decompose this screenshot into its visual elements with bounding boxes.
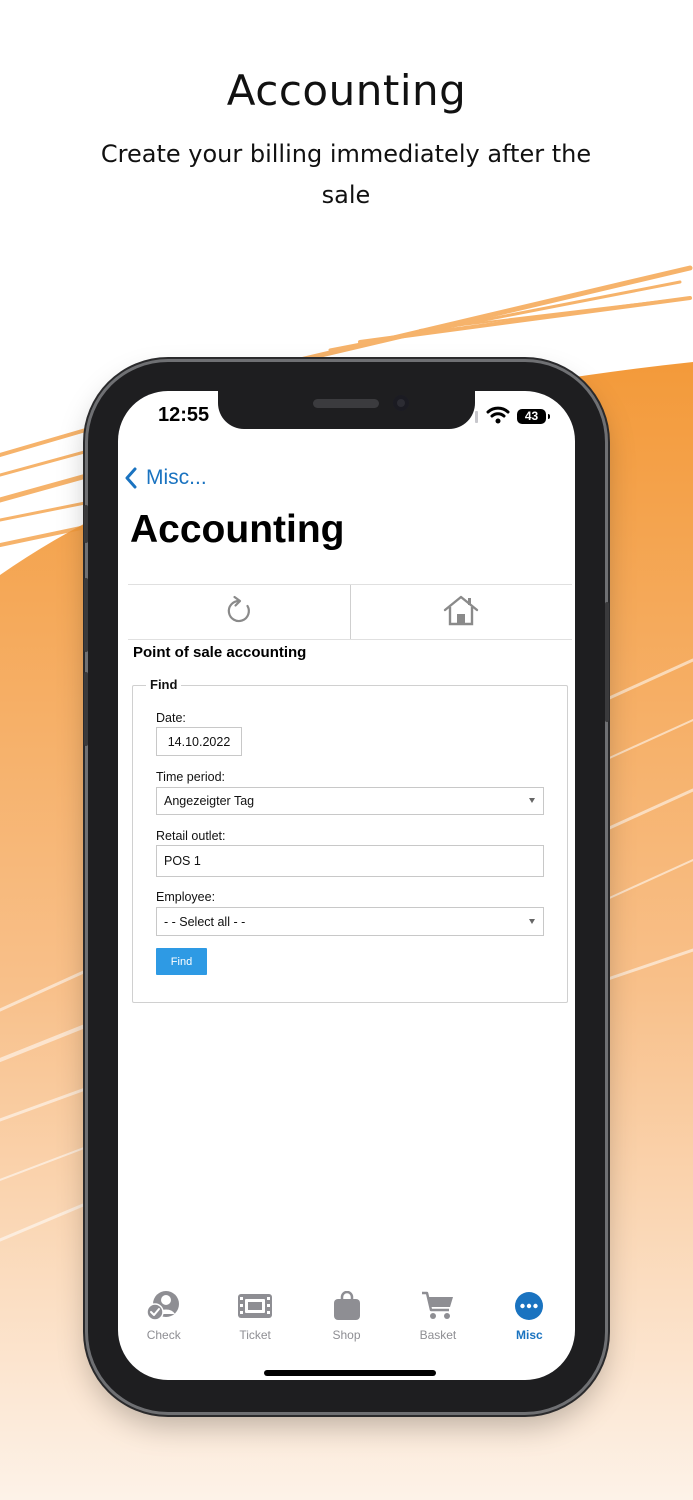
time-period-value: Angezeigter Tag: [164, 794, 255, 808]
phone-power-button: [605, 602, 609, 722]
refresh-icon: [223, 593, 255, 632]
back-button-label: Misc...: [146, 466, 207, 489]
more-icon: [511, 1290, 547, 1322]
time-period-label: Time period:: [156, 770, 226, 784]
section-title: Point of sale accounting: [133, 644, 307, 661]
phone-mute-switch: [84, 505, 88, 543]
date-label: Date:: [156, 711, 186, 725]
tab-bar: Check Ticket Shop Basket Misc: [118, 1290, 575, 1350]
fieldset-legend: Find: [146, 677, 182, 692]
cart-icon: [420, 1290, 456, 1322]
tab-check-label: Check: [146, 1328, 181, 1342]
tab-shop[interactable]: Shop: [301, 1290, 392, 1350]
find-button[interactable]: Find: [156, 948, 207, 975]
shopping-bag-icon: [329, 1290, 365, 1322]
date-input[interactable]: 14.10.2022: [156, 727, 242, 756]
tab-misc-label: Misc: [515, 1328, 543, 1342]
signal-icon: [466, 410, 478, 428]
tab-check[interactable]: Check: [118, 1290, 209, 1350]
tab-shop-label: Shop: [332, 1328, 361, 1342]
tab-basket[interactable]: Basket: [392, 1290, 483, 1350]
phone-volume-down: [84, 672, 88, 746]
battery-icon: 43: [517, 409, 546, 424]
page-title: Accounting: [130, 508, 345, 551]
chevron-down-icon: [529, 798, 535, 803]
time-period-select[interactable]: Angezeigter Tag: [156, 787, 544, 815]
retail-outlet-value: POS 1: [164, 854, 201, 868]
phone-camera: [393, 395, 409, 411]
promo-subtitle: Create your billing immediately after th…: [100, 140, 592, 209]
chevron-down-icon: [529, 918, 535, 924]
chevron-left-icon: [120, 465, 146, 491]
ticket-icon: [237, 1290, 273, 1322]
tab-misc[interactable]: Misc: [484, 1290, 575, 1350]
date-value: 14.10.2022: [167, 734, 231, 749]
phone-notch: [218, 391, 475, 429]
tab-basket-label: Basket: [419, 1328, 457, 1342]
tab-ticket-label: Ticket: [239, 1328, 271, 1342]
home-indicator: [264, 1370, 436, 1376]
employee-label: Employee:: [156, 890, 216, 904]
back-button[interactable]: Misc...: [120, 464, 207, 492]
employee-value: - - Select all - -: [164, 914, 246, 929]
refresh-button[interactable]: [128, 585, 350, 639]
toolbar: [128, 584, 572, 640]
home-icon: [442, 593, 480, 632]
retail-outlet-input[interactable]: POS 1: [156, 845, 544, 877]
wifi-icon: [486, 406, 510, 429]
status-time: 12:55: [158, 404, 210, 426]
retail-outlet-label: Retail outlet:: [156, 829, 226, 843]
home-button[interactable]: [349, 585, 573, 639]
promo-title: Accounting: [226, 66, 467, 115]
phone-speaker: [313, 399, 379, 408]
check-user-icon: [145, 1290, 182, 1322]
phone-volume-up: [84, 578, 88, 652]
tab-ticket[interactable]: Ticket: [209, 1290, 300, 1350]
employee-select[interactable]: - - Select all - -: [156, 907, 544, 936]
